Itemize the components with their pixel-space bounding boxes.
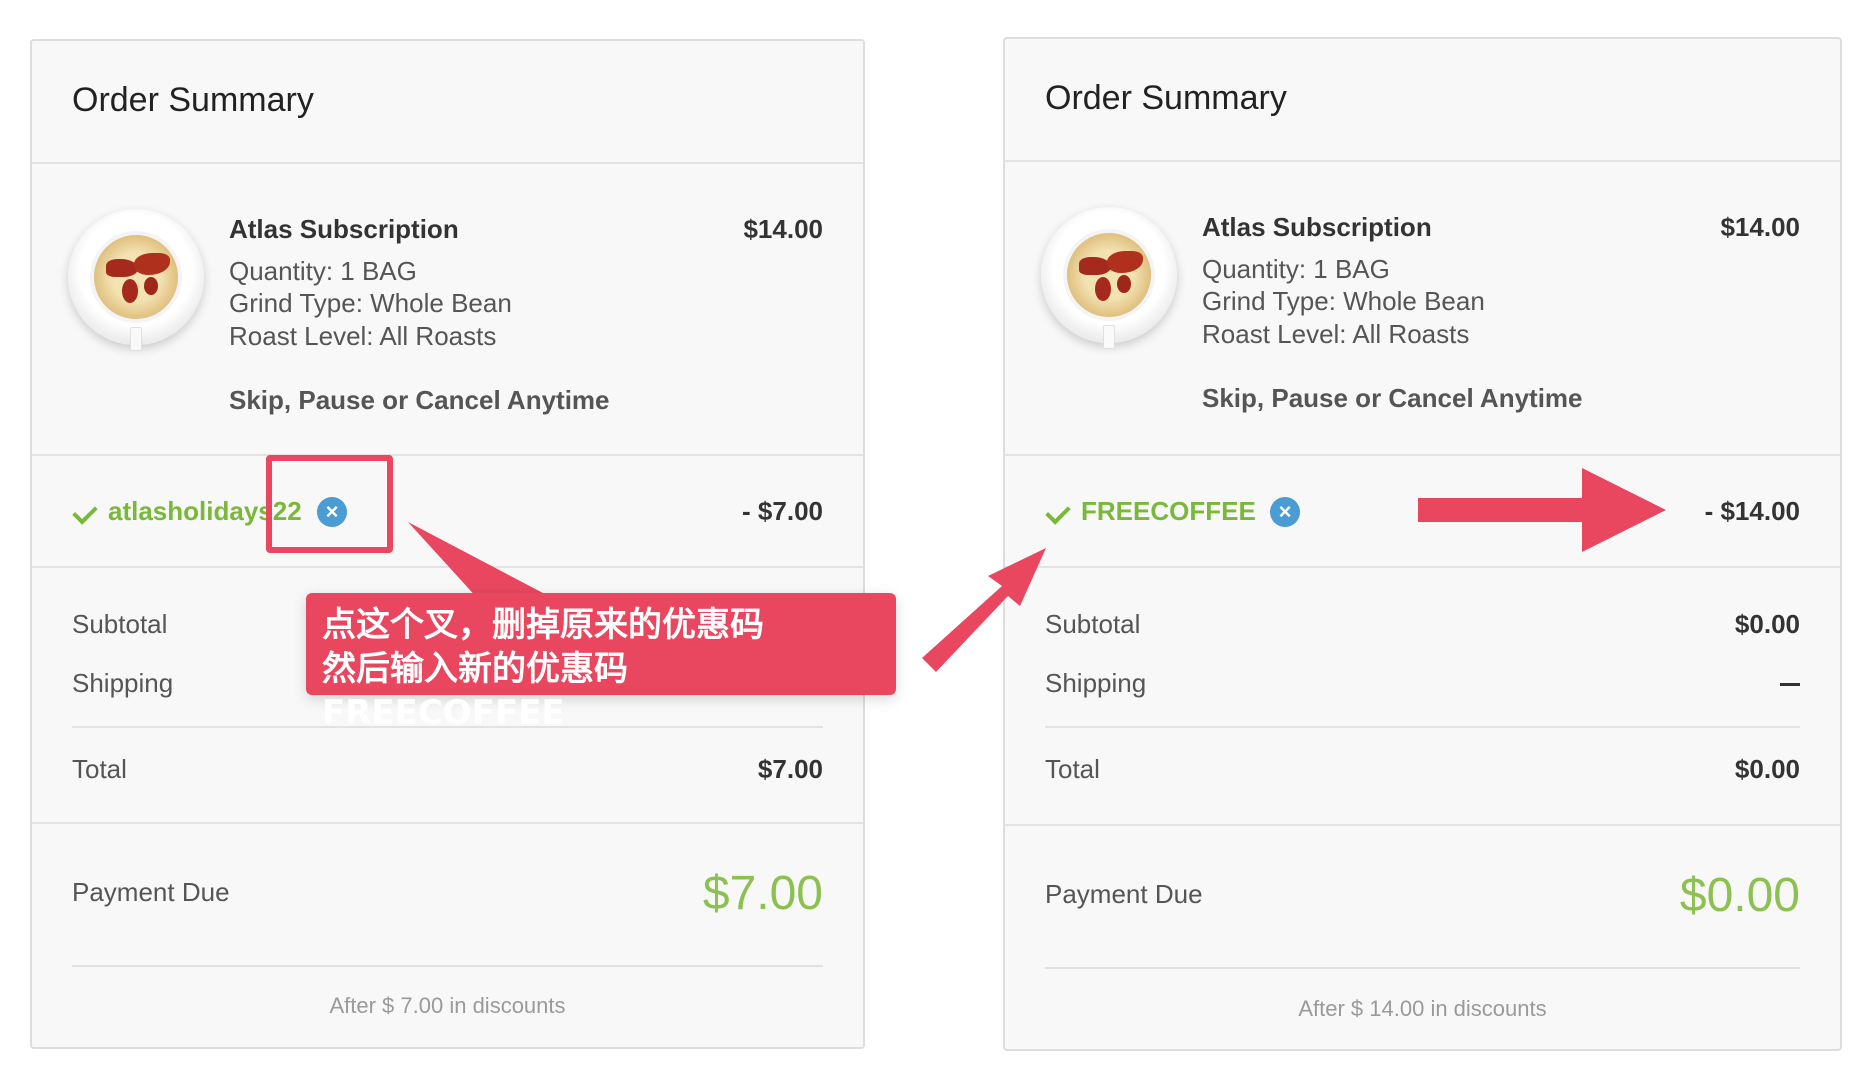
annotation-arrows: [408, 468, 1666, 672]
instruction-line-1: 点这个叉，删掉原来的优惠码: [322, 605, 764, 645]
instruction-line-2: 然后输入新的优惠码 FREECOFFEE: [322, 649, 628, 733]
diagonal-arrow: [922, 548, 1046, 672]
right-arrow: [1418, 468, 1666, 552]
instruction-callout: 点这个叉，删掉原来的优惠码 然后输入新的优惠码 FREECOFFEE: [306, 593, 896, 733]
